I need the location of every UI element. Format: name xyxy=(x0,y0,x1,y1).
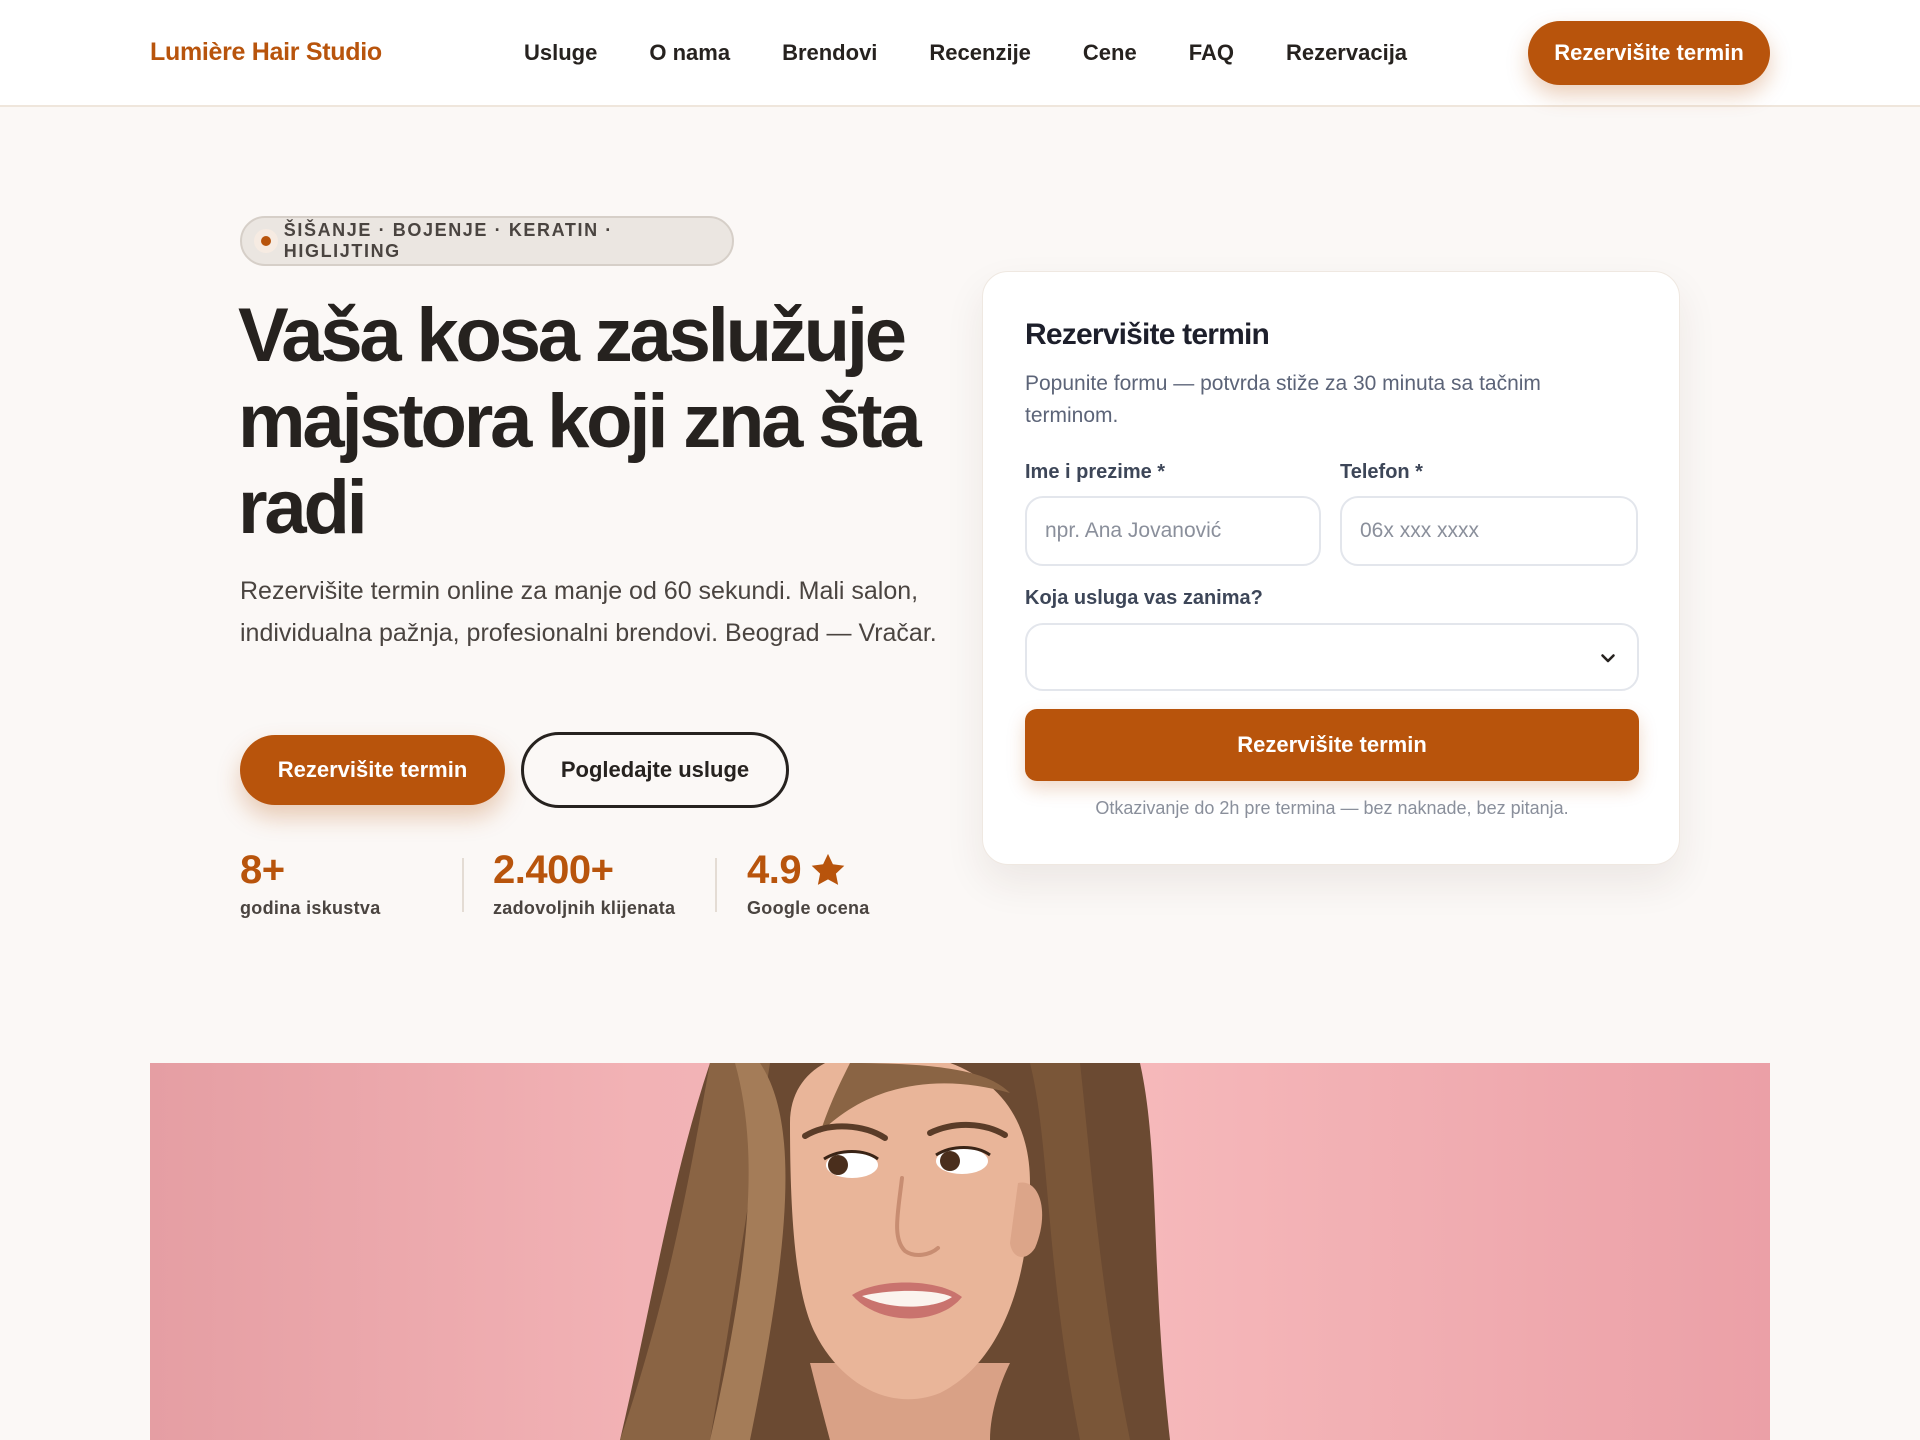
hero-photo xyxy=(150,1063,1770,1440)
service-select[interactable] xyxy=(1025,623,1639,691)
star-icon xyxy=(811,853,845,885)
nav-usluge[interactable]: Usluge xyxy=(524,40,597,66)
name-field[interactable] xyxy=(1025,496,1321,566)
nav-cene[interactable]: Cene xyxy=(1083,40,1137,66)
phone-field[interactable] xyxy=(1340,496,1638,566)
booking-description: Popunite formu — potvrda stiže za 30 min… xyxy=(1025,372,1541,427)
header-book-button[interactable]: Rezervišite termin xyxy=(1528,21,1770,85)
site-header: Lumière Hair Studio Usluge O nama Brendo… xyxy=(0,0,1920,107)
hero-subtitle: Rezervišite termin online za manje od 60… xyxy=(240,577,937,647)
dot-icon xyxy=(254,229,278,253)
cancellation-note: Otkazivanje do 2h pre termina — bez nakn… xyxy=(1095,798,1569,818)
stat-divider xyxy=(462,858,464,912)
chevron-down-icon xyxy=(1601,654,1615,663)
view-services-button[interactable]: Pogledajte usluge xyxy=(521,732,789,808)
booking-submit-button[interactable]: Rezervišite termin xyxy=(1025,709,1639,781)
woman-portrait-illustration xyxy=(620,1063,1170,1440)
booking-card: Rezervišite termin Popunite formu — potv… xyxy=(982,271,1680,865)
services-badge-text: ŠIŠANJE · BOJENJE · KERATIN · HIGLIJTING xyxy=(283,220,613,261)
stat-clients-value: 2.400+ xyxy=(493,848,614,892)
stat-clients-label: zadovoljnih klijenata xyxy=(493,898,676,918)
stat-rating-value: 4.9 xyxy=(747,848,802,892)
service-label: Koja usluga vas zanima? xyxy=(1025,587,1263,609)
nav-faq[interactable]: FAQ xyxy=(1189,40,1234,66)
stat-divider xyxy=(715,858,717,912)
hero-book-button[interactable]: Rezervišite termin xyxy=(240,735,505,805)
stat-experience-value: 8+ xyxy=(240,848,285,892)
phone-label: Telefon * xyxy=(1340,461,1423,483)
nav-o-nama[interactable]: O nama xyxy=(649,40,730,66)
name-label: Ime i prezime * xyxy=(1025,461,1166,483)
brand-logo[interactable]: Lumière Hair Studio xyxy=(150,38,382,67)
hero-title: Vaša kosa zaslužuje majstora koji zna št… xyxy=(238,293,922,550)
stat-experience: 8+ godina iskustva xyxy=(240,844,381,919)
services-badge: ŠIŠANJE · BOJENJE · KERATIN · HIGLIJTING xyxy=(240,216,734,266)
stat-clients: 2.400+ zadovoljnih klijenata xyxy=(493,844,675,919)
nav-rezervacija[interactable]: Rezervacija xyxy=(1286,40,1407,66)
nav-brendovi[interactable]: Brendovi xyxy=(782,40,877,66)
stat-rating-label: Google ocena xyxy=(747,898,870,918)
nav-recenzije[interactable]: Recenzije xyxy=(929,40,1031,66)
main-nav: Usluge O nama Brendovi Recenzije Cene FA… xyxy=(524,40,1459,66)
stat-rating: 4.9 Google ocena xyxy=(747,844,870,919)
stat-experience-label: godina iskustva xyxy=(240,898,381,918)
stat-rating-value-row: 4.9 xyxy=(747,844,870,896)
booking-title: Rezervišite termin xyxy=(1025,318,1270,351)
